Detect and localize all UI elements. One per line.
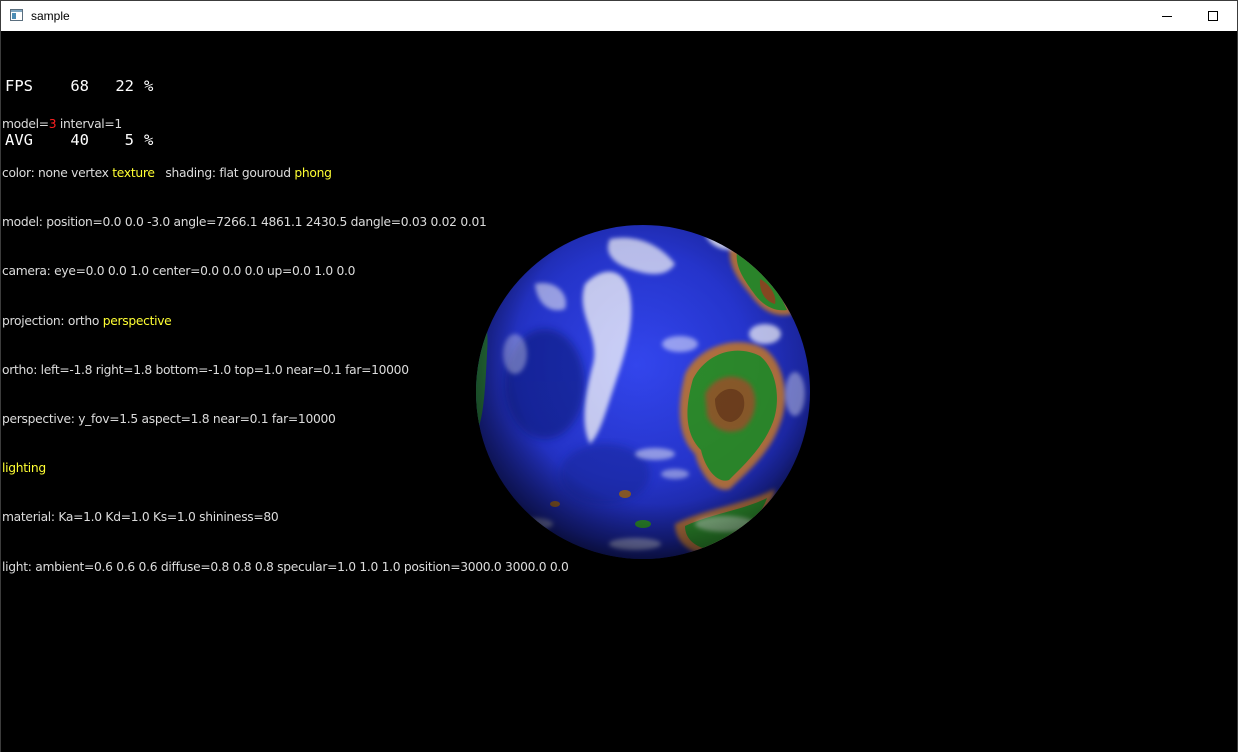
color-shading-line: color: none vertex texture shading: flat… [2, 165, 569, 181]
render-viewport[interactable]: FPS 68 22% AVG 40 5% model=3 interval=1 colo… [1, 32, 1237, 752]
ortho-line: ortho: left=-1.8 right=1.8 bottom=-1.0 t… [2, 362, 409, 377]
light-line: light: ambient=0.6 0.6 0.6 diffuse=0.8 0… [2, 559, 569, 574]
color-selected: texture [112, 166, 155, 181]
model-prefix: model= [2, 116, 49, 131]
perspective-line: perspective: y_fov=1.5 aspect=1.8 near=0… [2, 412, 336, 427]
lighting-label: lighting [2, 461, 46, 476]
model-suffix: interval=1 [56, 116, 122, 131]
model-select-line: model=3 interval=1 [2, 116, 569, 132]
maximize-button[interactable] [1190, 1, 1236, 31]
camera-line: camera: eye=0.0 0.0 1.0 center=0.0 0.0 0… [2, 264, 356, 279]
minimize-button[interactable] [1144, 1, 1190, 31]
app-window: sample FPS 68 22 % AVG 40 5 % model=3 in… [0, 0, 1238, 752]
title-bar[interactable]: sample [1, 1, 1237, 31]
window-title: sample [31, 9, 70, 23]
model-transform-line: model: position=0.0 0.0 -3.0 angle=7266.… [2, 215, 487, 230]
shading-options: shading: flat gouroud [154, 166, 295, 181]
projection-line: projection: ortho perspective [2, 313, 569, 329]
app-window-icon [10, 9, 23, 21]
color-options: color: none vertex [2, 166, 113, 181]
material-line: material: Ka=1.0 Kd=1.0 Ks=1.0 shininess… [2, 510, 279, 525]
render-info-panel: model=3 interval=1 color: none vertex te… [2, 83, 569, 608]
projection-selected: perspective [102, 313, 172, 328]
maximize-icon [1208, 11, 1218, 21]
shading-selected: phong [294, 166, 332, 181]
projection-options: projection: ortho [2, 313, 103, 328]
minimize-icon [1162, 16, 1172, 17]
